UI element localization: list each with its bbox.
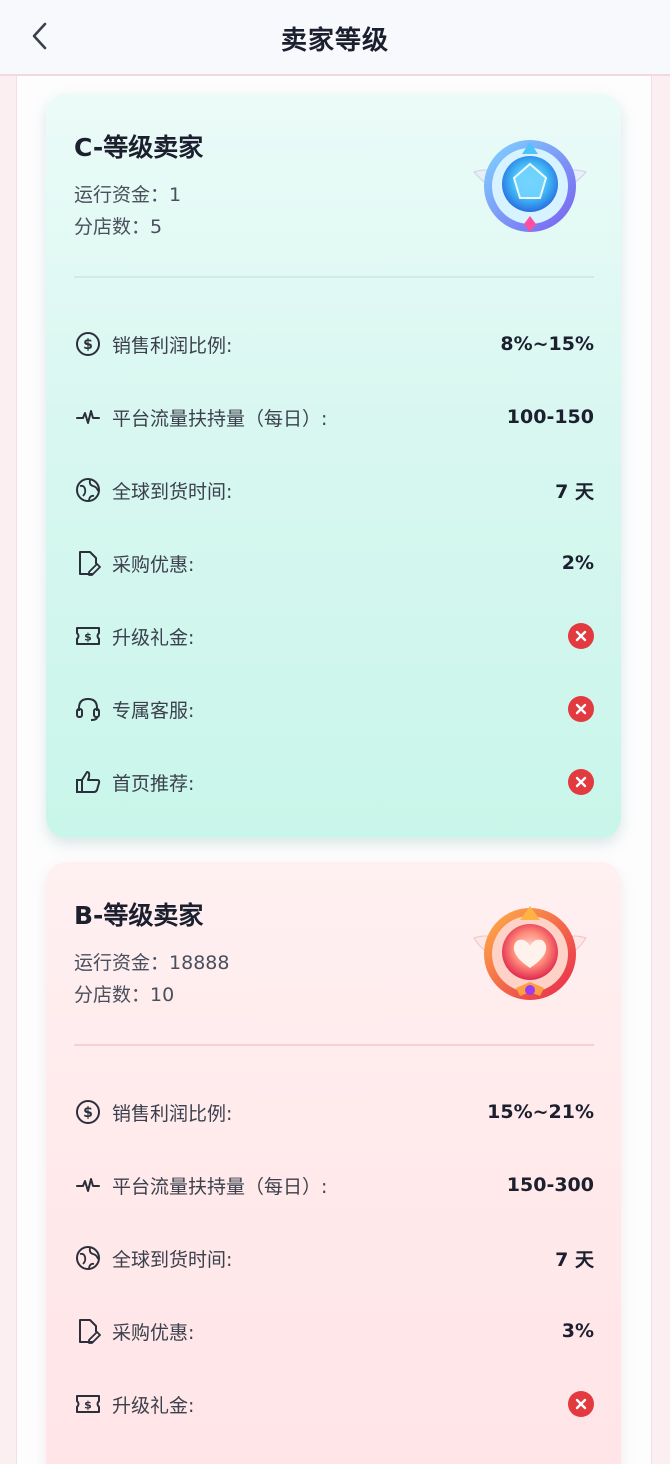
level-card-c: C-等级卖家 运行资金：1 分店数：5 $ 销售利润比例: 8%~15% 平台流… [46,94,621,838]
branch-count-value: 5 [150,216,163,238]
unavailable-x-icon [568,769,594,795]
blue-diamond-medal-icon [473,140,587,232]
pulse-icon [74,403,102,431]
row-value: 7 天 [555,480,594,503]
row-label: 专属客服: [112,699,195,722]
branch-count-label: 分店数： [74,216,151,238]
ticket-icon: $ [74,1390,102,1418]
operating-funds-label: 运行资金： [74,184,170,206]
navigation-bar: 卖家等级 [0,0,670,76]
row-homepage-recommend: 首页推荐: [74,762,594,802]
unavailable-x-icon [568,623,594,649]
row-traffic-support: 平台流量扶持量（每日）: 100-150 [74,397,594,437]
globe-icon [74,476,102,504]
branch-count: 分店数：5 [74,212,162,239]
svg-text:$: $ [84,631,92,644]
operating-funds: 运行资金：1 [74,180,181,207]
row-value: 100-150 [506,406,594,428]
row-purchase-discount: 采购优惠: 2% [74,543,594,583]
branch-count-value: 10 [150,984,175,1006]
row-upgrade-gift: $ 升级礼金: [74,616,594,656]
row-label: 销售利润比例: [112,1102,233,1125]
branch-count: 分店数：10 [74,980,174,1007]
row-value: 7 天 [555,1248,594,1271]
row-exclusive-service: 专属客服: [74,689,594,729]
row-label: 首页推荐: [112,772,195,795]
row-value: 8%~15% [500,333,594,355]
level-card-b: B-等级卖家 运行资金：18888 分店数：10 $ 销售利润比例: 15%~2… [46,862,621,1464]
dollar-circle-icon: $ [74,330,102,358]
row-label: 全球到货时间: [112,1248,233,1271]
row-label: 平台流量扶持量（每日）: [112,1175,328,1198]
level-title: C-等级卖家 [74,133,204,162]
level-title: B-等级卖家 [74,901,204,930]
row-label: 升级礼金: [112,1394,195,1417]
row-label: 平台流量扶持量（每日）: [112,407,328,430]
row-label: 销售利润比例: [112,334,233,357]
svg-text:$: $ [83,337,93,353]
page-title: 卖家等级 [280,25,389,56]
pink-heart-medal-icon [473,906,587,1000]
branch-count-label: 分店数： [74,984,151,1006]
svg-text:$: $ [83,1105,93,1121]
dollar-circle-icon: $ [74,1098,102,1126]
svg-text:$: $ [84,1399,92,1412]
operating-funds: 运行资金：18888 [74,948,229,975]
thumbs-up-icon [74,768,102,796]
row-label: 全球到货时间: [112,480,233,503]
row-delivery-time: 全球到货时间: 7 天 [74,1238,594,1278]
row-label: 采购优惠: [112,1321,195,1344]
row-purchase-discount: 采购优惠: 3% [74,1311,594,1351]
globe-icon [74,1244,102,1272]
document-edit-icon [74,1317,102,1345]
operating-funds-value: 1 [169,184,182,206]
headset-icon [74,695,102,723]
operating-funds-value: 18888 [169,952,230,974]
ticket-icon: $ [74,622,102,650]
row-traffic-support: 平台流量扶持量（每日）: 150-300 [74,1165,594,1205]
row-label: 采购优惠: [112,553,195,576]
pulse-icon [74,1171,102,1199]
row-value: 2% [561,552,594,574]
card-divider [74,276,594,278]
operating-funds-label: 运行资金： [74,952,170,974]
unavailable-x-icon [568,1391,594,1417]
document-edit-icon [74,549,102,577]
row-delivery-time: 全球到货时间: 7 天 [74,470,594,510]
unavailable-x-icon [568,696,594,722]
row-label: 升级礼金: [112,626,195,649]
row-value: 15%~21% [487,1101,594,1123]
row-value: 150-300 [506,1174,594,1196]
row-profit-ratio: $ 销售利润比例: 8%~15% [74,324,594,364]
card-divider [74,1044,594,1046]
row-profit-ratio: $ 销售利润比例: 15%~21% [74,1092,594,1132]
row-upgrade-gift: $ 升级礼金: [74,1384,594,1424]
row-value: 3% [561,1320,594,1342]
